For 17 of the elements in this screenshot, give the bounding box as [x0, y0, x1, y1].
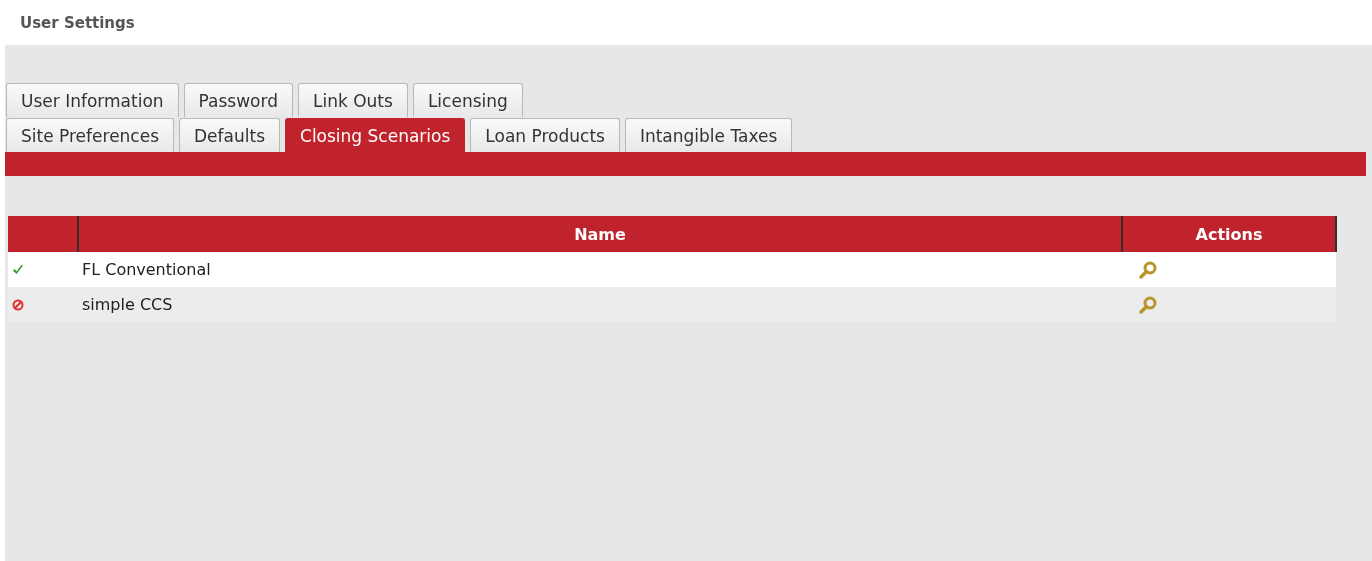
tab[interactable]: Intangible Taxes: [624, 118, 793, 152]
tab[interactable]: Licensing: [412, 83, 523, 117]
magnifier-icon[interactable]: [1138, 294, 1158, 315]
tab[interactable]: User Information: [6, 83, 179, 117]
magnifier-icon[interactable]: [1138, 259, 1158, 280]
page-title: User Settings: [19, 13, 135, 32]
tab[interactable]: Loan Products: [470, 118, 620, 152]
scenario-name: simple CCS: [82, 295, 173, 314]
tab[interactable]: Defaults: [179, 118, 280, 152]
column-header: Name: [78, 216, 1122, 252]
scenario-name: FL Conventional: [82, 260, 211, 279]
column-header: [8, 216, 78, 252]
column-header: Actions: [1122, 216, 1336, 252]
tab[interactable]: Link Outs: [297, 83, 408, 117]
tab[interactable]: Password: [183, 83, 293, 117]
tab[interactable]: Closing Scenarios: [285, 118, 466, 152]
tab[interactable]: Site Preferences: [6, 118, 175, 152]
